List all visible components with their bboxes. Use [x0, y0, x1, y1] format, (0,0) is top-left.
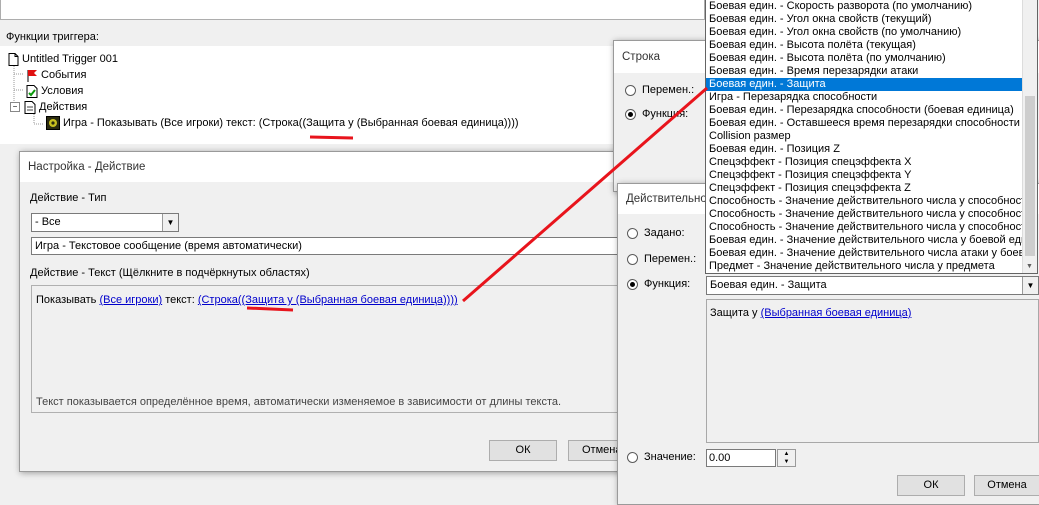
- annotation-underline-text: [246, 306, 294, 312]
- annotation-overlay: [246, 86, 708, 312]
- annotation-underline-tree: [309, 135, 354, 140]
- annotation-arrow-line: [462, 86, 708, 303]
